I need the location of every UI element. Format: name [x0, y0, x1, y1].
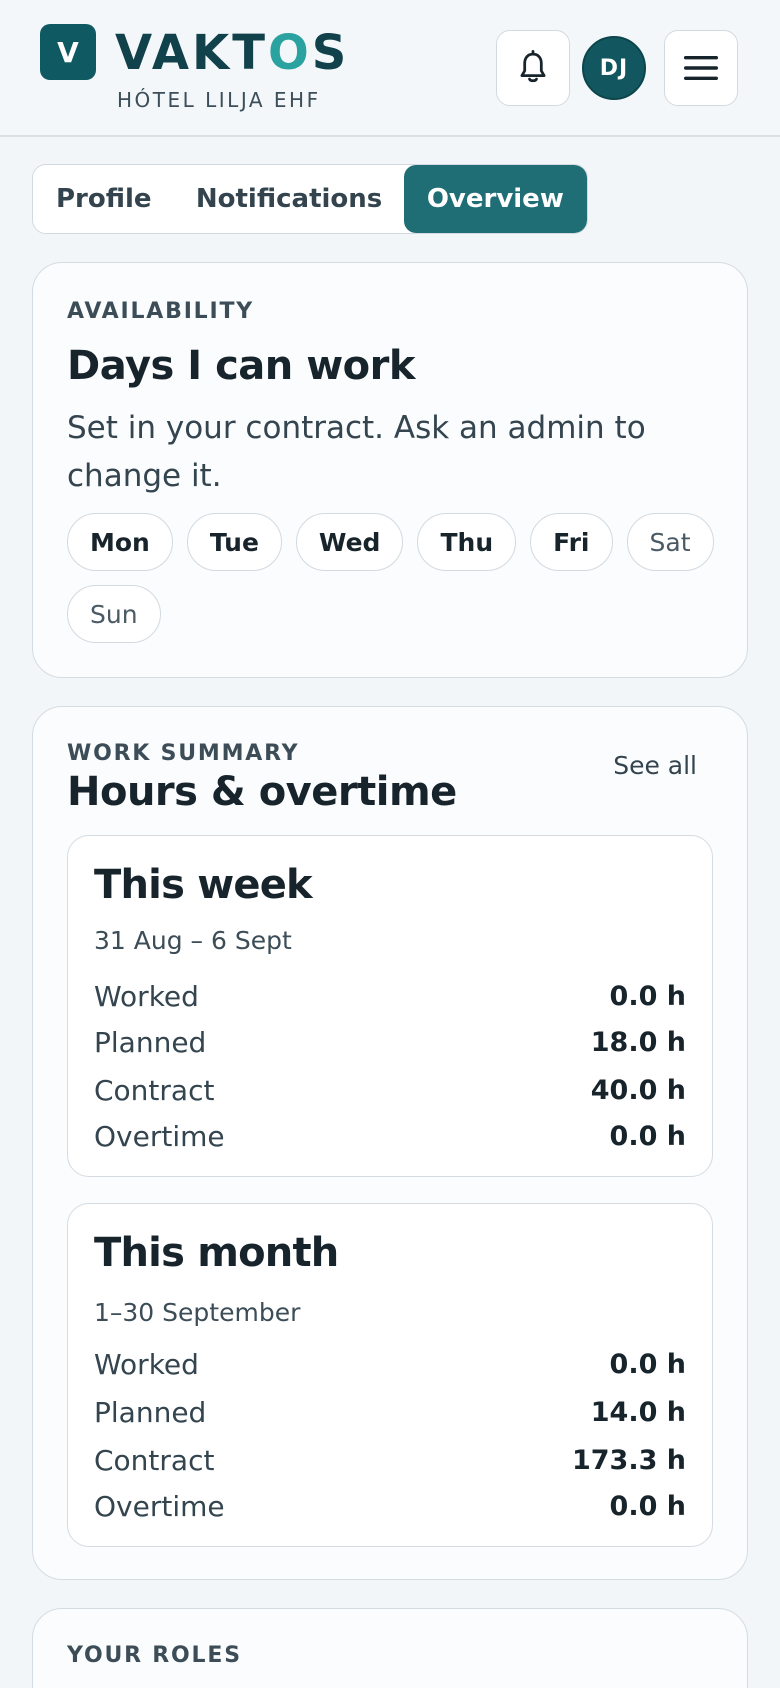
stat-label: Planned: [94, 1395, 207, 1429]
availability-card: AVAILABILITY Days I can work Set in your…: [32, 262, 748, 678]
bell-icon: [520, 50, 546, 83]
stat-value: 0.0 h: [609, 1490, 686, 1522]
roles-card: YOUR ROLES: [32, 1608, 748, 1688]
availability-title: Days I can work: [67, 343, 415, 389]
avatar-initials: DJ: [599, 55, 629, 81]
stat-row-overtime: Overtime 0.0 h: [94, 1116, 686, 1156]
day-chip-mon: Mon: [67, 513, 173, 571]
stat-row-contract: Contract 173.3 h: [94, 1440, 686, 1480]
brand-name-accent: O: [267, 25, 312, 81]
logo-letter: V: [57, 35, 79, 69]
work-summary-title: Hours & overtime: [67, 769, 457, 815]
stat-row-contract: Contract 40.0 h: [94, 1070, 686, 1110]
stat-label: Worked: [94, 979, 199, 1013]
period-range: 1–30 September: [94, 1298, 301, 1327]
stat-label: Contract: [94, 1443, 215, 1477]
day-chip-sun: Sun: [67, 585, 161, 643]
stat-label: Overtime: [94, 1489, 225, 1523]
tab-bar: Profile Notifications Overview: [32, 164, 588, 234]
stat-label: Contract: [94, 1073, 215, 1107]
stat-label: Worked: [94, 1347, 199, 1381]
stat-row-planned: Planned 14.0 h: [94, 1392, 686, 1432]
logo[interactable]: V: [40, 24, 96, 80]
tab-notifications[interactable]: Notifications: [174, 165, 403, 233]
day-chips: Mon Tue Wed Thu Fri Sat Sun: [67, 513, 727, 643]
this-week-panel: This week 31 Aug – 6 Sept Worked 0.0 h P…: [67, 835, 713, 1177]
period-range: 31 Aug – 6 Sept: [94, 926, 292, 955]
day-chip-fri: Fri: [530, 513, 613, 571]
availability-description: Set in your contract. Ask an admin to ch…: [67, 410, 646, 494]
user-avatar[interactable]: DJ: [582, 36, 646, 100]
menu-icon: [684, 56, 718, 80]
stat-row-worked: Worked 0.0 h: [94, 976, 686, 1016]
menu-button[interactable]: [664, 30, 738, 106]
stat-value: 0.0 h: [609, 980, 686, 1012]
stat-value: 14.0 h: [590, 1396, 686, 1428]
stat-value: 0.0 h: [609, 1348, 686, 1380]
tab-overview[interactable]: Overview: [403, 165, 587, 233]
day-chip-wed: Wed: [295, 513, 404, 571]
app-header: V VAKTOS HÓTEL LILJA EHF DJ: [0, 0, 780, 137]
roles-overline: YOUR ROLES: [67, 1643, 242, 1668]
work-summary-card: WORK SUMMARY Hours & overtime See all Th…: [32, 706, 748, 1580]
brand-name: VAKTOS: [115, 22, 349, 84]
stat-label: Planned: [94, 1025, 207, 1059]
stat-value: 40.0 h: [590, 1074, 686, 1106]
this-month-panel: This month 1–30 September Worked 0.0 h P…: [67, 1203, 713, 1547]
stat-row-planned: Planned 18.0 h: [94, 1022, 686, 1062]
day-chip-tue: Tue: [186, 513, 282, 571]
stat-value: 18.0 h: [590, 1026, 686, 1058]
period-title: This week: [94, 862, 313, 908]
period-title: This month: [94, 1230, 339, 1276]
stat-value: 0.0 h: [609, 1120, 686, 1152]
workplace-name: HÓTEL LILJA EHF: [117, 88, 321, 112]
day-chip-sat: Sat: [626, 513, 714, 571]
work-summary-overline: WORK SUMMARY: [67, 741, 300, 766]
brand-name-end: S: [311, 25, 350, 81]
stat-row-overtime: Overtime 0.0 h: [94, 1486, 686, 1526]
notifications-button[interactable]: [496, 30, 570, 106]
day-chip-thu: Thu: [417, 513, 517, 571]
stat-label: Overtime: [94, 1119, 225, 1153]
brand-name-main: VAKT: [115, 25, 268, 81]
tab-profile[interactable]: Profile: [33, 165, 174, 233]
availability-overline: AVAILABILITY: [67, 299, 255, 324]
stat-row-worked: Worked 0.0 h: [94, 1344, 686, 1384]
stat-value: 173.3 h: [571, 1444, 686, 1476]
see-all-link[interactable]: See all: [613, 751, 697, 780]
